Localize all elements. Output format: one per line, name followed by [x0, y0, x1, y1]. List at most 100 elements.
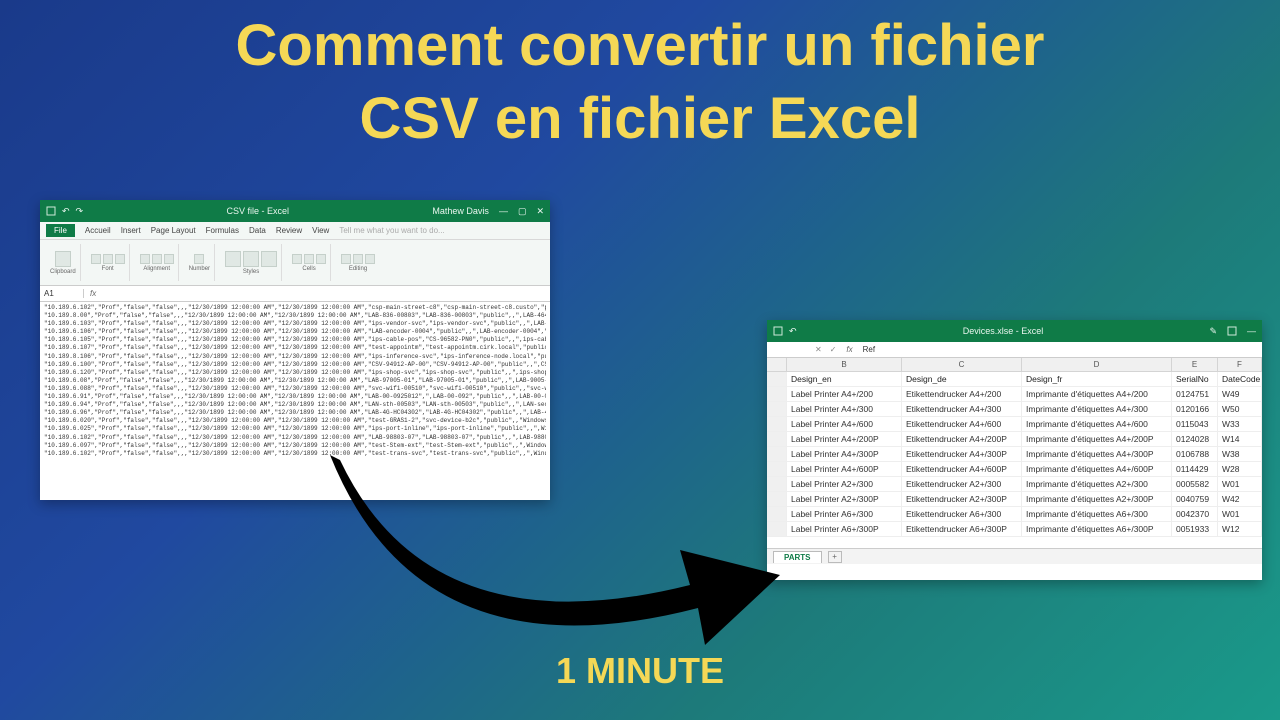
cell[interactable]: W12 [1218, 522, 1262, 536]
cell[interactable]: Etikettendrucker A2+/300P [902, 492, 1022, 506]
col-header-d[interactable]: D [1022, 358, 1172, 372]
find-button[interactable] [365, 254, 375, 264]
align-left-button[interactable] [140, 254, 150, 264]
cell[interactable]: W28 [1218, 462, 1262, 476]
table-area[interactable]: B C D E F Design_en Design_de Design_fr … [767, 358, 1262, 548]
cell[interactable]: Imprimante d'étiquettes A4+/200P [1022, 432, 1172, 446]
menu-review[interactable]: Review [276, 226, 302, 235]
number-format-button[interactable] [194, 254, 204, 264]
row-number[interactable] [767, 402, 787, 416]
cell[interactable]: Imprimante d'étiquettes A4+/600 [1022, 417, 1172, 431]
menu-insert[interactable]: Insert [121, 226, 141, 235]
col-header-c[interactable]: C [902, 358, 1022, 372]
formula-input[interactable]: Ref [859, 345, 1262, 354]
cell[interactable]: Etikettendrucker A6+/300 [902, 507, 1022, 521]
cell[interactable]: 0040759 [1172, 492, 1218, 506]
cancel-icon[interactable]: ✕ [811, 345, 826, 354]
minimize-icon[interactable]: — [499, 206, 508, 216]
underline-button[interactable] [115, 254, 125, 264]
cell[interactable]: W42 [1218, 492, 1262, 506]
cell[interactable]: W38 [1218, 447, 1262, 461]
menu-home[interactable]: Accueil [85, 226, 111, 235]
cell[interactable]: Label Printer A4+/600 [787, 417, 902, 431]
cell[interactable]: Label Printer A4+/300 [787, 402, 902, 416]
cell[interactable]: Etikettendrucker A6+/300P [902, 522, 1022, 536]
row-number[interactable] [767, 372, 787, 386]
align-center-button[interactable] [152, 254, 162, 264]
maximize-icon[interactable] [1227, 326, 1237, 336]
cell[interactable]: 0124751 [1172, 387, 1218, 401]
cell[interactable]: W14 [1218, 432, 1262, 446]
cell[interactable]: 0115043 [1172, 417, 1218, 431]
cell[interactable]: Etikettendrucker A4+/300P [902, 447, 1022, 461]
cell[interactable]: Imprimante d'étiquettes A6+/300P [1022, 522, 1172, 536]
fx-icon[interactable]: fx [840, 345, 858, 354]
menu-view[interactable]: View [312, 226, 329, 235]
file-tab[interactable]: File [46, 224, 75, 237]
undo-icon[interactable]: ↶ [62, 206, 70, 217]
cell[interactable]: Imprimante d'étiquettes A4+/600P [1022, 462, 1172, 476]
cell[interactable]: Imprimante d'étiquettes A4+/300P [1022, 447, 1172, 461]
confirm-icon[interactable]: ✓ [826, 345, 841, 354]
bold-button[interactable] [91, 254, 101, 264]
cell[interactable]: Imprimante d'étiquettes A2+/300P [1022, 492, 1172, 506]
menu-pagelayout[interactable]: Page Layout [151, 226, 196, 235]
save-icon[interactable] [773, 326, 783, 336]
cell[interactable]: W01 [1218, 477, 1262, 491]
maximize-icon[interactable]: ▢ [518, 206, 527, 217]
cell[interactable]: Label Printer A4+/200 [787, 387, 902, 401]
cell[interactable]: Etikettendrucker A4+/300 [902, 402, 1022, 416]
row-number[interactable] [767, 387, 787, 401]
cell[interactable]: 0114429 [1172, 462, 1218, 476]
cell[interactable]: Imprimante d'étiquettes A4+/300 [1022, 402, 1172, 416]
cell[interactable]: 0042370 [1172, 507, 1218, 521]
cell[interactable]: Etikettendrucker A2+/300 [902, 477, 1022, 491]
sort-filter-button[interactable] [353, 254, 363, 264]
fx-icon[interactable]: fx [84, 289, 102, 298]
thumbnail-subtitle: 1 MINUTE [0, 650, 1280, 692]
minimize-icon[interactable]: — [1247, 326, 1256, 336]
cell[interactable]: 0051933 [1172, 522, 1218, 536]
cell[interactable]: Etikettendrucker A4+/600P [902, 462, 1022, 476]
cell[interactable]: Imprimante d'étiquettes A2+/300 [1022, 477, 1172, 491]
cell[interactable]: Imprimante d'étiquettes A4+/200 [1022, 387, 1172, 401]
cell[interactable]: 0005582 [1172, 477, 1218, 491]
cell-styles-button[interactable] [261, 251, 277, 267]
cell[interactable]: Etikettendrucker A4+/200 [902, 387, 1022, 401]
cell[interactable]: Imprimante d'étiquettes A6+/300 [1022, 507, 1172, 521]
col-header-e[interactable]: E [1172, 358, 1218, 372]
cell[interactable]: 0120166 [1172, 402, 1218, 416]
cell[interactable]: W33 [1218, 417, 1262, 431]
delete-button[interactable] [304, 254, 314, 264]
new-sheet-button[interactable]: + [828, 551, 842, 563]
cell[interactable]: W50 [1218, 402, 1262, 416]
undo-icon[interactable]: ↶ [789, 326, 797, 337]
tell-me[interactable]: Tell me what you want to do... [339, 226, 444, 235]
menu-formulas[interactable]: Formulas [206, 226, 239, 235]
cell[interactable]: Etikettendrucker A4+/200P [902, 432, 1022, 446]
select-all-corner[interactable] [767, 358, 787, 372]
edit-icon[interactable]: ✎ [1209, 326, 1217, 337]
col-header-f[interactable]: F [1218, 358, 1262, 372]
conditional-format-button[interactable] [225, 251, 241, 267]
cell[interactable]: 0124028 [1172, 432, 1218, 446]
menubar: File Accueil Insert Page Layout Formulas… [40, 222, 550, 240]
italic-button[interactable] [103, 254, 113, 264]
cell[interactable]: W01 [1218, 507, 1262, 521]
menu-data[interactable]: Data [249, 226, 266, 235]
insert-button[interactable] [292, 254, 302, 264]
redo-icon[interactable]: ↷ [76, 206, 84, 217]
paste-button[interactable] [55, 251, 71, 267]
autosum-button[interactable] [341, 254, 351, 264]
align-right-button[interactable] [164, 254, 174, 264]
format-table-button[interactable] [243, 251, 259, 267]
close-icon[interactable]: ✕ [536, 206, 544, 217]
save-icon[interactable] [46, 206, 56, 216]
format-button[interactable] [316, 254, 326, 264]
cell[interactable]: W49 [1218, 387, 1262, 401]
cell[interactable]: 0106788 [1172, 447, 1218, 461]
name-box[interactable]: A1 [40, 289, 84, 298]
cell[interactable]: Etikettendrucker A4+/600 [902, 417, 1022, 431]
row-number[interactable] [767, 417, 787, 431]
col-header-b[interactable]: B [787, 358, 902, 372]
